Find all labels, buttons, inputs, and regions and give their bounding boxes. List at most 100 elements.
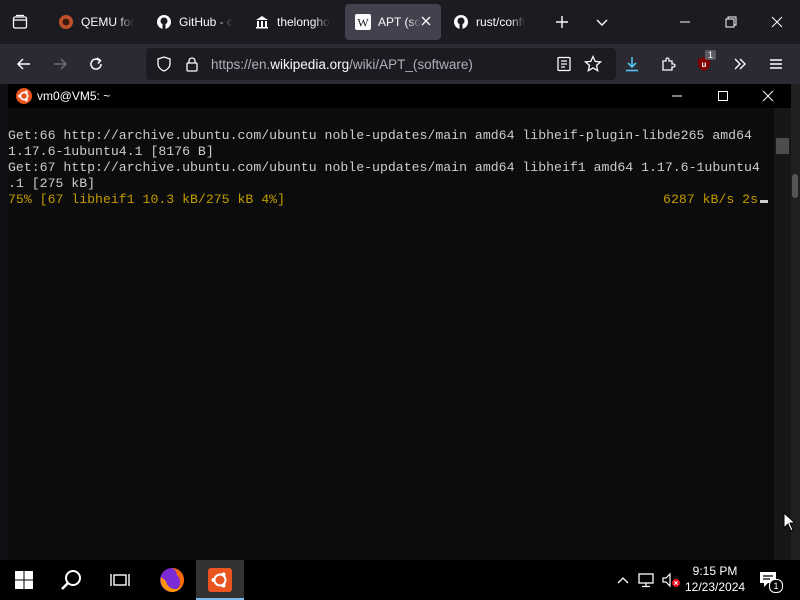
tab-qemu[interactable]: QEMU for <box>48 4 144 40</box>
plus-icon <box>556 16 568 28</box>
terminal-line: Get:66 http://archive.ubuntu.com/ubuntu … <box>8 128 752 143</box>
terminal-maximize-button[interactable] <box>700 84 746 108</box>
page-scrollbar[interactable] <box>790 84 800 560</box>
volume-muted-icon <box>662 572 680 588</box>
terminal-line: .1 [275 kB] <box>8 176 96 191</box>
svg-text:u: u <box>702 60 707 69</box>
qemu-icon <box>58 14 74 30</box>
taskbar-firefox[interactable] <box>148 560 196 600</box>
url-path: /wiki/APT_(software) <box>349 57 473 72</box>
browser-close-button[interactable] <box>754 0 800 44</box>
tab-label: rust/confi <box>476 15 525 29</box>
browser-restore-button[interactable] <box>708 0 754 44</box>
terminal-output[interactable]: Get:66 http://archive.ubuntu.com/ubuntu … <box>8 112 774 560</box>
more-tools-button[interactable] <box>724 48 756 80</box>
ublock-origin-button[interactable]: u 1 <box>688 48 720 80</box>
tab-label: GitHub - c <box>179 15 234 29</box>
terminal-close-button[interactable] <box>745 84 791 108</box>
reload-icon <box>90 57 102 70</box>
maximize-icon <box>718 91 728 101</box>
show-hidden-icons-button[interactable] <box>614 570 632 590</box>
notification-center-button[interactable]: 1 <box>758 570 783 593</box>
url-prefix: https://en. <box>211 57 271 72</box>
mouse-cursor-icon <box>783 511 797 537</box>
start-button[interactable] <box>0 560 48 600</box>
url-text[interactable]: https://en.wikipedia.org/wiki/APT_(softw… <box>211 57 473 72</box>
task-view-button[interactable] <box>96 560 144 600</box>
shield-icon[interactable] <box>156 56 172 77</box>
svg-text:W: W <box>357 16 369 30</box>
windows-taskbar: 9:15 PM 12/23/2024 1 <box>0 560 800 600</box>
progress-line: 75% [67 libheif1 10.3 kB/275 kB 4%] 6287 … <box>8 192 768 208</box>
minimize-icon <box>672 95 682 97</box>
clock-date: 12/23/2024 <box>685 580 746 594</box>
terminal-scrollbar-thumb[interactable] <box>776 138 789 154</box>
search-button[interactable] <box>48 560 96 600</box>
terminal-line: Get:67 http://archive.ubuntu.com/ubuntu … <box>8 160 760 175</box>
bookmark-star-icon[interactable] <box>583 54 603 78</box>
tab-github[interactable]: GitHub - c <box>146 4 242 40</box>
search-icon <box>61 570 81 590</box>
arrow-left-icon <box>16 58 30 70</box>
progress-status: 75% [67 libheif1 10.3 kB/275 kB 4%] <box>8 192 285 207</box>
url-domain: wikipedia.org <box>270 57 350 72</box>
tab-label: thelongho <box>277 15 330 29</box>
double-chevron-right-icon <box>734 58 746 70</box>
app-menu-button[interactable] <box>760 48 792 80</box>
task-view-icon <box>110 574 130 586</box>
github-icon <box>156 14 172 30</box>
url-bar[interactable]: https://en.wikipedia.org/wiki/APT_(softw… <box>146 48 616 80</box>
chevron-up-icon <box>617 577 629 584</box>
system-clock[interactable]: 9:15 PM 12/23/2024 <box>685 563 745 595</box>
browser-tab-bar: QEMU for GitHub - c thelongho W APT (so … <box>0 0 800 44</box>
downloads-button[interactable] <box>616 48 648 80</box>
terminal-title: vm0@VM5: ~ <box>37 89 111 103</box>
terminal-title-bar[interactable]: vm0@VM5: ~ <box>8 84 791 108</box>
terminal-minimize-button[interactable] <box>654 84 700 108</box>
forward-button[interactable] <box>44 48 76 80</box>
network-tray-button[interactable] <box>638 570 656 590</box>
chevron-down-icon <box>596 19 608 26</box>
close-tab-icon[interactable] <box>419 14 433 31</box>
tab-thelonghome[interactable]: thelongho <box>244 4 340 40</box>
browser-nav-bar: https://en.wikipedia.org/wiki/APT_(softw… <box>0 44 800 84</box>
windows-logo-icon <box>15 571 33 589</box>
lock-icon[interactable] <box>184 56 200 77</box>
progress-speed: 6287 kB/s 2s <box>663 192 758 207</box>
arrow-right-icon <box>54 58 68 70</box>
hamburger-menu-icon <box>770 59 782 69</box>
download-icon <box>626 57 638 72</box>
extensions-button[interactable] <box>652 48 684 80</box>
tab-apt-software[interactable]: W APT (so <box>345 4 441 40</box>
ubuntu-icon <box>16 88 32 109</box>
reload-button[interactable] <box>80 48 112 80</box>
taskbar-ubuntu-terminal[interactable] <box>196 560 244 600</box>
ubuntu-icon <box>208 568 232 592</box>
close-icon <box>762 90 774 102</box>
puzzle-icon <box>662 57 676 71</box>
browser-minimize-button[interactable] <box>662 0 708 44</box>
tab-label: APT (so <box>378 15 422 29</box>
wikipedia-icon: W <box>355 14 371 30</box>
volume-tray-button[interactable] <box>662 570 680 590</box>
page-scrollbar-thumb[interactable] <box>792 174 798 198</box>
firefox-view-icon <box>12 14 28 29</box>
restore-icon <box>725 16 737 28</box>
ublock-badge: 1 <box>705 50 717 60</box>
close-icon <box>771 16 783 28</box>
tab-rust-config[interactable]: rust/confi <box>443 4 539 40</box>
bank-icon <box>254 14 270 30</box>
list-all-tabs-button[interactable] <box>588 6 616 38</box>
firefox-view-button[interactable] <box>6 6 34 38</box>
terminal-line: 1.17.6-1ubuntu4.1 [8176 B] <box>8 144 214 159</box>
terminal-cursor <box>760 200 768 203</box>
back-button[interactable] <box>8 48 40 80</box>
terminal-window: vm0@VM5: ~ Get:66 http://archive.ubuntu.… <box>8 84 791 560</box>
reader-view-icon[interactable] <box>556 56 572 77</box>
notification-count-badge: 1 <box>769 579 783 593</box>
minimize-icon <box>680 21 690 23</box>
firefox-icon <box>160 568 184 592</box>
new-tab-button[interactable] <box>548 6 576 38</box>
terminal-scrollbar[interactable] <box>774 108 791 560</box>
clock-time: 9:15 PM <box>692 564 738 578</box>
